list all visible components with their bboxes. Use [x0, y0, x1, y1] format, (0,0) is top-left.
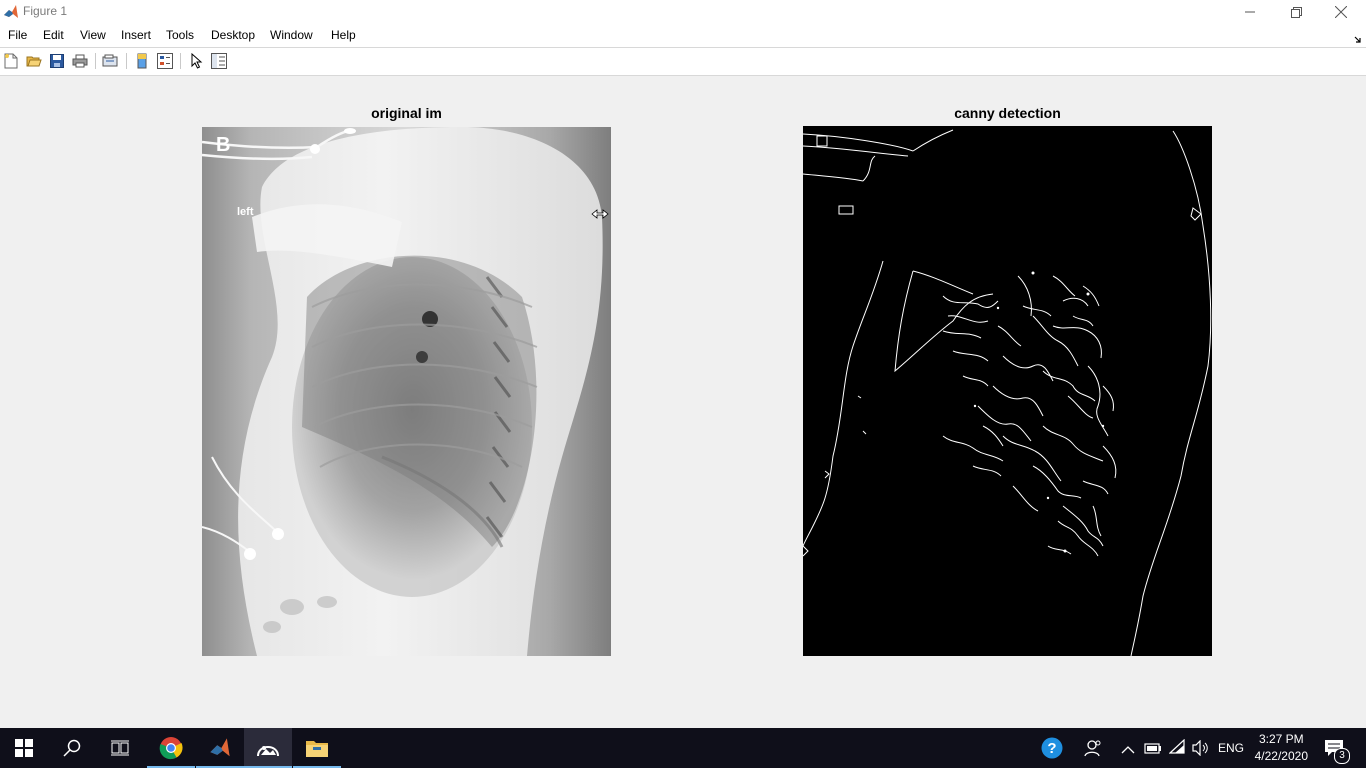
file-explorer-button[interactable] — [293, 728, 341, 768]
toolbar-separator — [126, 53, 127, 69]
image-label-left: left — [237, 206, 254, 218]
insert-colorbar-icon[interactable] — [133, 52, 151, 70]
dock-arrow-icon[interactable] — [1354, 30, 1361, 48]
photos-button[interactable] — [244, 728, 292, 768]
figure-toolbar — [0, 48, 1366, 75]
photos-icon — [257, 746, 279, 757]
help-tray-button[interactable]: ? — [1041, 737, 1063, 764]
insert-legend-icon[interactable] — [156, 52, 174, 70]
show-hidden-icons-button[interactable] — [1121, 742, 1135, 760]
clock[interactable]: 3:27 PM 4/22/2020 — [1255, 731, 1308, 765]
menu-help[interactable]: Help — [331, 28, 356, 42]
search-icon — [63, 739, 81, 757]
open-file-icon[interactable] — [25, 52, 43, 70]
minimize-button[interactable] — [1227, 0, 1273, 24]
toolbar-separator — [180, 53, 181, 69]
taskbar: ? ENG 3:27 PM 4/22/2020 3 — [0, 728, 1366, 768]
edit-plot-icon[interactable] — [188, 52, 206, 70]
wifi-tray-button[interactable] — [1168, 738, 1187, 760]
canny-edge-axes[interactable] — [803, 126, 1212, 656]
new-figure-icon[interactable] — [2, 52, 20, 70]
action-center-button[interactable]: 3 — [1324, 739, 1350, 764]
menu-desktop[interactable]: Desktop — [211, 28, 255, 42]
help-icon: ? — [1041, 737, 1063, 759]
menu-view[interactable]: View — [80, 28, 106, 42]
task-view-button[interactable] — [96, 728, 144, 768]
toolbar-separator — [95, 53, 96, 69]
chevron-up-icon — [1121, 746, 1135, 754]
people-tray-button[interactable] — [1084, 739, 1102, 762]
left-axes-title: original im — [371, 105, 442, 121]
close-icon — [1335, 6, 1347, 18]
chrome-icon — [159, 737, 183, 760]
restore-icon — [1290, 6, 1302, 18]
chrome-button[interactable] — [147, 728, 195, 768]
matlab-icon — [210, 738, 230, 757]
volume-icon — [1192, 739, 1208, 757]
menu-insert[interactable]: Insert — [121, 28, 151, 42]
window-title: Figure 1 — [23, 4, 68, 18]
menu-tools[interactable]: Tools — [166, 28, 194, 42]
original-image-axes[interactable]: B left — [202, 127, 611, 656]
file-explorer-icon — [306, 741, 328, 757]
start-icon — [15, 739, 33, 757]
right-axes-title: canny detection — [954, 105, 1061, 121]
svg-text:?: ? — [1047, 740, 1056, 757]
battery-tray-button[interactable] — [1144, 741, 1162, 760]
language-indicator[interactable]: ENG — [1218, 741, 1244, 755]
wifi-icon — [1168, 738, 1185, 754]
matlab-icon — [3, 4, 19, 20]
close-button[interactable] — [1318, 0, 1364, 24]
xray-image: B left — [202, 127, 611, 656]
menu-window[interactable]: Window — [270, 28, 313, 42]
start-button[interactable] — [0, 728, 48, 768]
volume-tray-button[interactable] — [1192, 739, 1210, 761]
clock-time: 3:27 PM — [1258, 732, 1304, 746]
battery-icon — [1144, 743, 1161, 754]
matlab-button[interactable] — [196, 728, 244, 768]
menu-edit[interactable]: Edit — [43, 28, 64, 42]
clock-date: 4/22/2020 — [1254, 749, 1308, 763]
toolbar-divider — [0, 75, 1366, 76]
title-bar: Figure 1 — [0, 0, 1366, 24]
link-plot-icon[interactable] — [101, 52, 119, 70]
print-icon[interactable] — [71, 52, 89, 70]
menu-file[interactable]: File — [8, 28, 27, 42]
property-editor-icon[interactable] — [210, 52, 228, 70]
save-icon[interactable] — [48, 52, 66, 70]
menu-bar: File Edit View Insert Tools Desktop Wind… — [0, 24, 1366, 47]
minimize-icon — [1245, 11, 1255, 13]
image-label-b: B — [216, 134, 230, 156]
notification-badge: 3 — [1334, 748, 1350, 764]
restore-button[interactable] — [1273, 0, 1319, 24]
people-icon — [1084, 740, 1101, 757]
canny-edge-image — [803, 129, 1212, 656]
task-view-icon — [111, 740, 129, 756]
search-button[interactable] — [48, 728, 96, 768]
